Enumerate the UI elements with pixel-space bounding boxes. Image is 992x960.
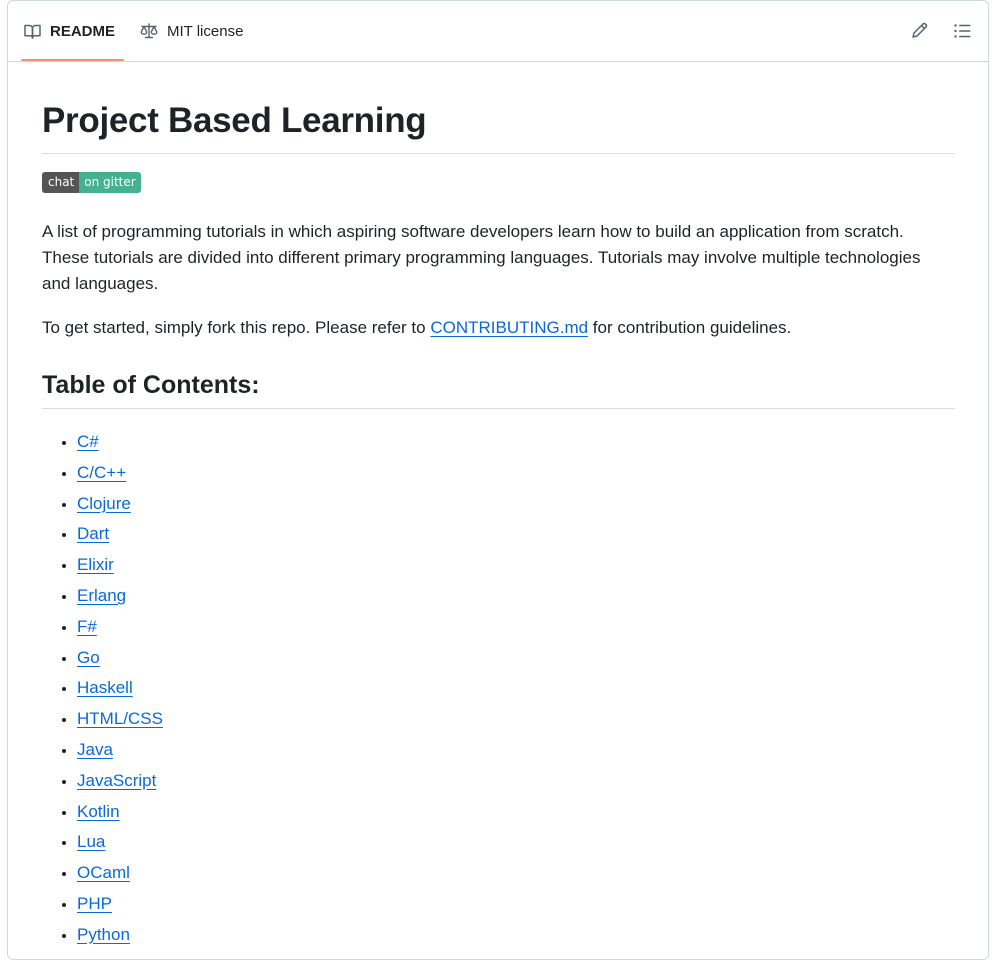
readme-tab-bar: README MIT license [8, 1, 988, 62]
toc-link-dart[interactable]: Dart [77, 524, 109, 543]
toc-item-ocaml: OCaml [77, 858, 163, 889]
outline-button[interactable] [951, 22, 973, 44]
toc-link-erlang[interactable]: Erlang [77, 586, 126, 605]
toc-link-c-cpp[interactable]: C/C++ [77, 463, 126, 482]
tab-readme-label: README [50, 22, 116, 40]
toc-item-c-cpp: C/C++ [77, 458, 163, 489]
getting-started-paragraph: To get started, simply fork this repo. P… [42, 315, 947, 341]
toc-link-ocaml[interactable]: OCaml [77, 863, 130, 882]
toc-list: C# C/C++ Clojure Dart Elixir Erlang F# G… [42, 427, 163, 951]
readme-panel: README MIT license Project Based Learnin… [7, 0, 989, 960]
toc-link-php[interactable]: PHP [77, 894, 112, 913]
toc-link-go[interactable]: Go [77, 648, 100, 667]
toc-link-lua[interactable]: Lua [77, 832, 105, 851]
toc-item-python: Python [77, 920, 163, 951]
toc-link-python[interactable]: Python [77, 925, 130, 944]
toc-item-javascript: JavaScript [77, 766, 163, 797]
toc-item-html-css: HTML/CSS [77, 704, 163, 735]
toc-item-erlang: Erlang [77, 581, 163, 612]
getting-started-text: To get started, simply fork this repo. P… [42, 318, 431, 337]
toc-item-fsharp: F# [77, 612, 163, 643]
badge-left-label: chat [42, 172, 80, 193]
toc-item-csharp: C# [77, 427, 163, 458]
toc-link-haskell[interactable]: Haskell [77, 678, 133, 697]
toc-item-kotlin: Kotlin [77, 797, 163, 828]
getting-started-suffix: for contribution guidelines. [588, 318, 792, 337]
toc-link-clojure[interactable]: Clojure [77, 494, 131, 513]
toc-link-elixir[interactable]: Elixir [77, 555, 114, 574]
toc-item-go: Go [77, 643, 163, 674]
toc-item-elixir: Elixir [77, 550, 163, 581]
contributing-link[interactable]: CONTRIBUTING.md [430, 318, 588, 337]
list-unordered-icon [953, 23, 971, 43]
tab-mit-license[interactable]: MIT license [140, 1, 243, 61]
toc-link-java[interactable]: Java [77, 740, 113, 759]
toc-item-haskell: Haskell [77, 673, 163, 704]
toc-item-dart: Dart [77, 519, 163, 550]
toc-divider [42, 408, 955, 409]
title-divider [42, 153, 955, 154]
edit-file-button[interactable] [908, 22, 930, 44]
toc-link-kotlin[interactable]: Kotlin [77, 802, 120, 821]
toc-link-javascript[interactable]: JavaScript [77, 771, 156, 790]
toc-item-lua: Lua [77, 827, 163, 858]
book-icon [23, 22, 41, 40]
intro-paragraph: A list of programming tutorials in which… [42, 222, 921, 293]
pencil-icon [911, 22, 928, 44]
toc-item-php: PHP [77, 889, 163, 920]
toc-link-fsharp[interactable]: F# [77, 617, 97, 636]
toc-heading: Table of Contents: [42, 371, 260, 399]
badge-right-label: on gitter [79, 172, 141, 193]
gitter-chat-badge[interactable]: chat on gitter [42, 172, 141, 193]
toc-item-clojure: Clojure [77, 489, 163, 520]
toc-item-java: Java [77, 735, 163, 766]
toc-link-html-css[interactable]: HTML/CSS [77, 709, 163, 728]
tab-readme[interactable]: README [20, 1, 125, 61]
scale-icon [140, 22, 158, 40]
tab-mit-license-label: MIT license [167, 22, 244, 40]
readme-title: Project Based Learning [42, 101, 427, 140]
toc-link-csharp[interactable]: C# [77, 432, 99, 451]
